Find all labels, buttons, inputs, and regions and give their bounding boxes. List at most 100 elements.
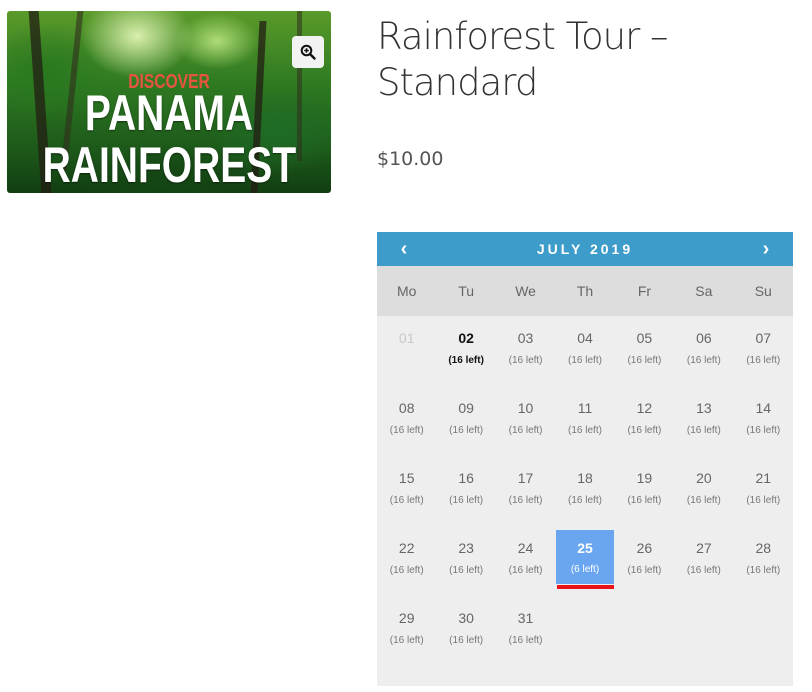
calendar-day-22[interactable]: 22 (16 left) [377, 526, 436, 596]
calendar-day-12[interactable]: 12 (16 left) [615, 386, 674, 456]
day-availability: (16 left) [448, 355, 484, 366]
day-availability: (16 left) [627, 565, 662, 576]
calendar-day-18[interactable]: 18 (16 left) [555, 456, 614, 526]
calendar-day-25[interactable]: 25 (6 left) [556, 530, 614, 584]
day-number: 10 [517, 400, 534, 416]
calendar-day-09[interactable]: 09 (16 left) [436, 386, 495, 456]
day-availability: (16 left) [449, 565, 484, 576]
day-number: 21 [755, 470, 772, 486]
calendar-day-23[interactable]: 23 (16 left) [436, 526, 495, 596]
day-availability: (16 left) [568, 495, 602, 506]
calendar-header: ‹ JULY 2019 › [377, 232, 793, 266]
calendar-day-21[interactable]: 21 (16 left) [734, 456, 793, 526]
day-availability: (16 left) [627, 425, 662, 436]
day-number: 13 [696, 400, 712, 416]
calendar-day-29[interactable]: 29 (16 left) [377, 596, 436, 666]
calendar-day-04[interactable]: 04 (16 left) [555, 316, 614, 386]
day-availability: (16 left) [508, 355, 543, 366]
day-availability: (16 left) [508, 635, 543, 646]
day-number: 07 [755, 330, 772, 346]
calendar-day-13[interactable]: 13 (16 left) [674, 386, 733, 456]
calendar-day-03[interactable]: 03 (16 left) [496, 316, 555, 386]
day-availability: (16 left) [389, 635, 424, 646]
zoom-button[interactable] [292, 36, 324, 68]
calendar-day-11[interactable]: 11 (16 left) [555, 386, 614, 456]
day-number: 24 [517, 540, 534, 556]
day-number: 04 [577, 330, 593, 346]
day-number: 03 [517, 330, 534, 346]
weekday-label: Tu [458, 283, 475, 299]
day-availability: (16 left) [686, 495, 721, 506]
day-availability: (16 left) [449, 425, 484, 436]
calendar-day-15[interactable]: 15 (16 left) [377, 456, 436, 526]
weekday-label: Su [754, 283, 772, 299]
day-availability: (16 left) [389, 425, 424, 436]
day-number: 02 [458, 330, 474, 346]
calendar-day-08[interactable]: 08 (16 left) [377, 386, 436, 456]
weekday-label: Fr [637, 283, 652, 299]
calendar-day-05[interactable]: 05 (16 left) [615, 316, 674, 386]
day-availability: (16 left) [746, 355, 781, 366]
day-number: 16 [458, 470, 474, 486]
day-availability: (16 left) [568, 355, 602, 366]
day-availability: (16 left) [389, 495, 424, 506]
day-number: 29 [398, 610, 415, 626]
weekday-label: Mo [396, 283, 417, 299]
day-availability: (16 left) [746, 425, 781, 436]
weekday-label: We [515, 283, 536, 299]
calendar-day-01: 01 [377, 316, 436, 386]
day-number: 08 [398, 400, 415, 416]
day-number: 27 [696, 540, 712, 556]
calendar-day-28[interactable]: 28 (16 left) [734, 526, 793, 596]
weekday-label: Sa [695, 283, 713, 299]
tree-trunk [297, 11, 302, 161]
calendar-day-14[interactable]: 14 (16 left) [734, 386, 793, 456]
calendar-days-grid: 01 02 (16 left) 03 (16 left) 04 (16 left) 05 (16… [377, 316, 793, 666]
day-availability: (16 left) [449, 635, 484, 646]
product-title: Rainforest Tour – Standard [377, 15, 669, 104]
day-number: 26 [636, 540, 653, 556]
day-number: 31 [517, 610, 534, 626]
day-number: 18 [577, 470, 593, 486]
calendar-day-02[interactable]: 02 (16 left) [436, 316, 495, 386]
weekday-label: Th [576, 283, 594, 299]
day-number: 09 [458, 400, 474, 416]
calendar-day-24[interactable]: 24 (16 left) [496, 526, 555, 596]
day-number: 22 [398, 540, 415, 556]
calendar-day-16[interactable]: 16 (16 left) [436, 456, 495, 526]
day-number: 28 [755, 540, 772, 556]
day-number: 06 [696, 330, 712, 346]
calendar-day-20[interactable]: 20 (16 left) [674, 456, 733, 526]
day-number: 12 [636, 400, 653, 416]
calendar-day-30[interactable]: 30 (16 left) [436, 596, 495, 666]
day-number: 15 [398, 470, 415, 486]
day-number: 17 [517, 470, 534, 486]
day-number: 20 [696, 470, 712, 486]
calendar-month-label: JULY 2019 [536, 241, 634, 257]
calendar-day-06[interactable]: 06 (16 left) [674, 316, 733, 386]
next-month-button[interactable]: › [739, 232, 793, 266]
prev-month-button[interactable]: ‹ [377, 232, 431, 266]
calendar-day-10[interactable]: 10 (16 left) [496, 386, 555, 456]
day-number: 01 [398, 330, 415, 346]
image-text-panama: PANAMA [84, 85, 254, 141]
day-number: 14 [755, 400, 772, 416]
calendar-day-07[interactable]: 07 (16 left) [734, 316, 793, 386]
day-number: 23 [458, 540, 474, 556]
product-image[interactable]: DISCOVER PANAMA RAINFOREST [7, 11, 331, 193]
day-availability: (16 left) [627, 355, 662, 366]
calendar-day-27[interactable]: 27 (16 left) [674, 526, 733, 596]
day-availability: (16 left) [686, 355, 721, 366]
calendar-day-31[interactable]: 31 (16 left) [496, 596, 555, 666]
calendar-day-17[interactable]: 17 (16 left) [496, 456, 555, 526]
day-availability: (16 left) [508, 425, 543, 436]
calendar-day-26[interactable]: 26 (16 left) [615, 526, 674, 596]
day-number: 25 [577, 540, 593, 556]
day-availability: (16 left) [568, 425, 602, 436]
product-price: $10.00 [377, 148, 444, 170]
day-availability: (16 left) [508, 495, 543, 506]
calendar-day-19[interactable]: 19 (16 left) [615, 456, 674, 526]
day-availability: (16 left) [686, 425, 721, 436]
day-availability: (16 left) [746, 495, 781, 506]
day-number: 19 [636, 470, 653, 486]
